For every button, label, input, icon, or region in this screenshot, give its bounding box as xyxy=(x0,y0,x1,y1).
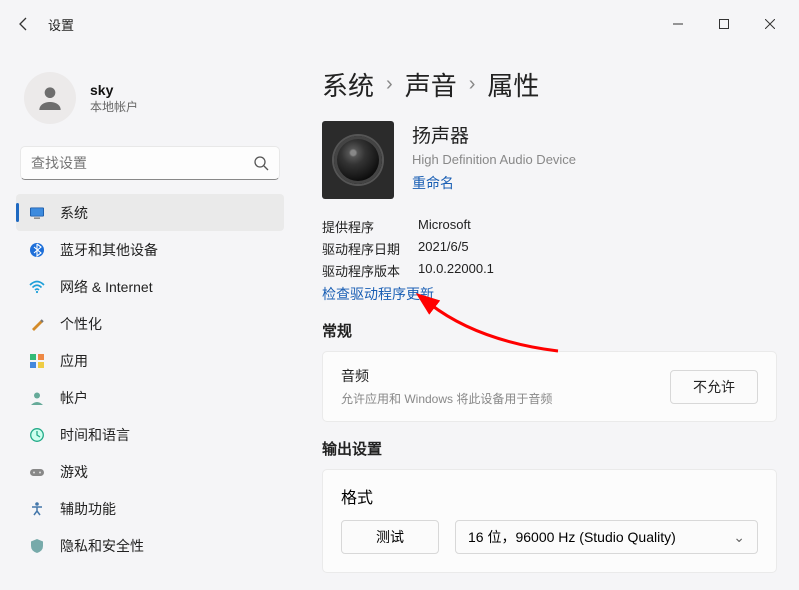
nav-label: 游戏 xyxy=(60,462,88,482)
driver-info: 提供程序 Microsoft 驱动程序日期 2021/6/5 驱动程序版本 10… xyxy=(322,217,777,280)
maximize-button[interactable] xyxy=(701,8,747,40)
profile-name: sky xyxy=(90,82,138,98)
driver-date-value: 2021/6/5 xyxy=(418,239,777,258)
driver-version-label: 驱动程序版本 xyxy=(322,261,418,280)
nav-label: 网络 & Internet xyxy=(60,277,153,297)
nav-item-system[interactable]: 系统 xyxy=(16,194,284,231)
close-button[interactable] xyxy=(747,8,793,40)
wifi-icon xyxy=(28,278,46,296)
breadcrumb: 系统 › 声音 › 属性 xyxy=(322,66,777,103)
privacy-icon xyxy=(28,537,46,555)
profile-block[interactable]: sky 本地帐户 xyxy=(16,48,284,142)
chevron-right-icon: › xyxy=(469,73,476,96)
nav-label: 帐户 xyxy=(60,388,88,408)
speaker-image xyxy=(322,121,394,199)
nav-label: 时间和语言 xyxy=(60,425,130,445)
section-output: 输出设置 xyxy=(322,438,777,459)
nav-item-network[interactable]: 网络 & Internet xyxy=(16,268,284,305)
nav-label: 应用 xyxy=(60,351,88,371)
breadcrumb-sound[interactable]: 声音 xyxy=(405,66,457,103)
device-subtitle: High Definition Audio Device xyxy=(412,152,576,167)
chevron-right-icon: › xyxy=(386,73,393,96)
nav-item-privacy[interactable]: 隐私和安全性 xyxy=(16,527,284,564)
nav-label: 蓝牙和其他设备 xyxy=(60,240,158,260)
nav-label: 个性化 xyxy=(60,314,102,334)
avatar xyxy=(24,72,76,124)
nav-item-apps[interactable]: 应用 xyxy=(16,342,284,379)
device-name: 扬声器 xyxy=(412,121,576,148)
personalize-icon xyxy=(28,315,46,333)
nav-item-personalize[interactable]: 个性化 xyxy=(16,305,284,342)
nav-item-a11y[interactable]: 辅助功能 xyxy=(16,490,284,527)
nav-item-time[interactable]: 时间和语言 xyxy=(16,416,284,453)
deny-button[interactable]: 不允许 xyxy=(670,370,758,404)
nav-label: 系统 xyxy=(60,203,88,223)
format-title: 格式 xyxy=(341,484,758,508)
minimize-button[interactable] xyxy=(655,8,701,40)
format-select[interactable]: 16 位，96000 Hz (Studio Quality) ⌄ xyxy=(455,520,758,554)
driver-date-label: 驱动程序日期 xyxy=(322,239,418,258)
check-driver-update-link[interactable]: 检查驱动程序更新 xyxy=(322,284,777,304)
audio-title: 音频 xyxy=(341,366,552,386)
breadcrumb-system[interactable]: 系统 xyxy=(322,66,374,103)
audio-card: 音频 允许应用和 Windows 将此设备用于音频 不允许 xyxy=(322,351,777,422)
apps-icon xyxy=(28,352,46,370)
bluetooth-icon xyxy=(28,241,46,259)
nav-item-account[interactable]: 帐户 xyxy=(16,379,284,416)
test-button[interactable]: 测试 xyxy=(341,520,439,554)
system-icon xyxy=(28,204,46,222)
nav-item-bluetooth[interactable]: 蓝牙和其他设备 xyxy=(16,231,284,268)
nav-item-gaming[interactable]: 游戏 xyxy=(16,453,284,490)
a11y-icon xyxy=(28,500,46,518)
provider-label: 提供程序 xyxy=(322,217,418,236)
account-icon xyxy=(28,389,46,407)
rename-link[interactable]: 重命名 xyxy=(412,173,576,193)
gaming-icon xyxy=(28,463,46,481)
sidebar: sky 本地帐户 系统 蓝牙和其他设备 网络 & Internet xyxy=(0,48,296,590)
chevron-down-icon: ⌄ xyxy=(733,529,745,546)
breadcrumb-current: 属性 xyxy=(487,66,539,103)
section-general: 常规 xyxy=(322,320,777,341)
nav-label: 隐私和安全性 xyxy=(60,536,144,556)
window-title: 设置 xyxy=(48,15,74,34)
format-value: 16 位，96000 Hz (Studio Quality) xyxy=(468,527,676,547)
time-icon xyxy=(28,426,46,444)
titlebar: 设置 xyxy=(0,0,799,48)
search-box[interactable] xyxy=(20,146,280,180)
provider-value: Microsoft xyxy=(418,217,777,236)
format-card: 格式 测试 16 位，96000 Hz (Studio Quality) ⌄ xyxy=(322,469,777,573)
profile-sub: 本地帐户 xyxy=(90,98,138,115)
search-icon xyxy=(253,155,269,171)
nav-list: 系统 蓝牙和其他设备 网络 & Internet 个性化 应用 帐户 xyxy=(16,194,284,564)
main-panel: 系统 › 声音 › 属性 扬声器 High Definition Audio D… xyxy=(296,48,799,590)
search-input[interactable] xyxy=(31,155,253,171)
back-button[interactable] xyxy=(6,6,42,42)
driver-version-value: 10.0.22000.1 xyxy=(418,261,777,280)
audio-desc: 允许应用和 Windows 将此设备用于音频 xyxy=(341,390,552,407)
nav-label: 辅助功能 xyxy=(60,499,116,519)
